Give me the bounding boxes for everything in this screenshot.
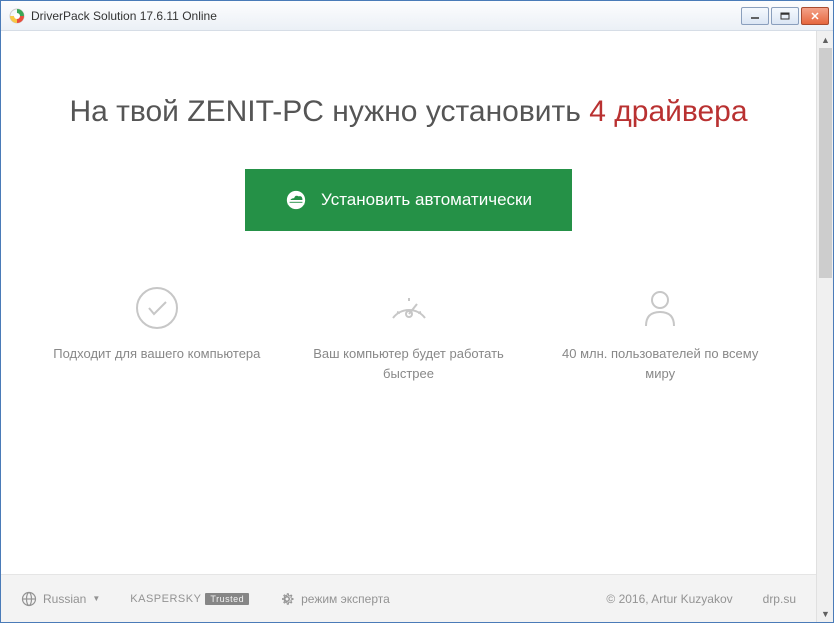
kaspersky-badge: KASPERSKY Trusted — [130, 593, 249, 605]
expert-mode-toggle[interactable]: режим эксперта — [279, 591, 390, 607]
scroll-thumb[interactable] — [819, 48, 832, 278]
language-label: Russian — [43, 592, 86, 606]
main-content: На твой ZENIT-PC нужно установить 4 драй… — [1, 31, 816, 622]
window-title: DriverPack Solution 17.6.11 Online — [31, 9, 741, 23]
globe-icon — [21, 591, 37, 607]
chevron-down-icon: ▼ — [92, 594, 100, 603]
headline-prefix: На твой ZENIT-PC нужно установить — [69, 95, 589, 128]
headline: На твой ZENIT-PC нужно установить 4 драй… — [1, 91, 816, 133]
feature-text: Ваш компьютер будет работать быстрее — [298, 344, 520, 383]
language-selector[interactable]: Russian ▼ — [21, 591, 100, 607]
close-button[interactable] — [801, 7, 829, 25]
kaspersky-trusted: Trusted — [205, 593, 249, 605]
maximize-button[interactable] — [771, 7, 799, 25]
install-button-label: Установить автоматически — [321, 190, 532, 210]
install-auto-button[interactable]: Установить автоматически — [245, 169, 572, 231]
gear-icon — [279, 591, 295, 607]
headline-count: 4 — [589, 95, 606, 128]
headline-suffix: драйвера — [606, 95, 748, 128]
feature-text: 40 млн. пользователей по всему миру — [549, 344, 771, 383]
app-icon — [9, 8, 25, 24]
feature-faster: Ваш компьютер будет работать быстрее — [283, 286, 535, 383]
feature-compatible: Подходит для вашего компьютера — [31, 286, 283, 383]
scroll-down-arrow[interactable]: ▼ — [817, 605, 833, 622]
kaspersky-brand: KASPERSKY — [130, 593, 201, 605]
copyright: © 2016, Artur Kuzyakov — [606, 592, 732, 606]
checkmark-icon — [135, 286, 179, 330]
footer: Russian ▼ KASPERSKY Trusted режим экспер… — [1, 574, 816, 622]
features-row: Подходит для вашего компьютера — [1, 286, 816, 383]
scrollbar[interactable]: ▲ ▼ — [816, 31, 833, 622]
titlebar: DriverPack Solution 17.6.11 Online — [1, 1, 833, 31]
window-controls — [741, 7, 829, 25]
app-window: DriverPack Solution 17.6.11 Online На тв… — [0, 0, 834, 623]
feature-users: 40 млн. пользователей по всему миру — [534, 286, 786, 383]
install-icon — [285, 189, 307, 211]
minimize-button[interactable] — [741, 7, 769, 25]
site-link[interactable]: drp.su — [763, 592, 796, 606]
expert-mode-label: режим эксперта — [301, 592, 390, 606]
user-icon — [638, 286, 682, 330]
feature-text: Подходит для вашего компьютера — [46, 344, 268, 364]
gauge-icon — [387, 286, 431, 330]
scroll-up-arrow[interactable]: ▲ — [817, 31, 833, 48]
